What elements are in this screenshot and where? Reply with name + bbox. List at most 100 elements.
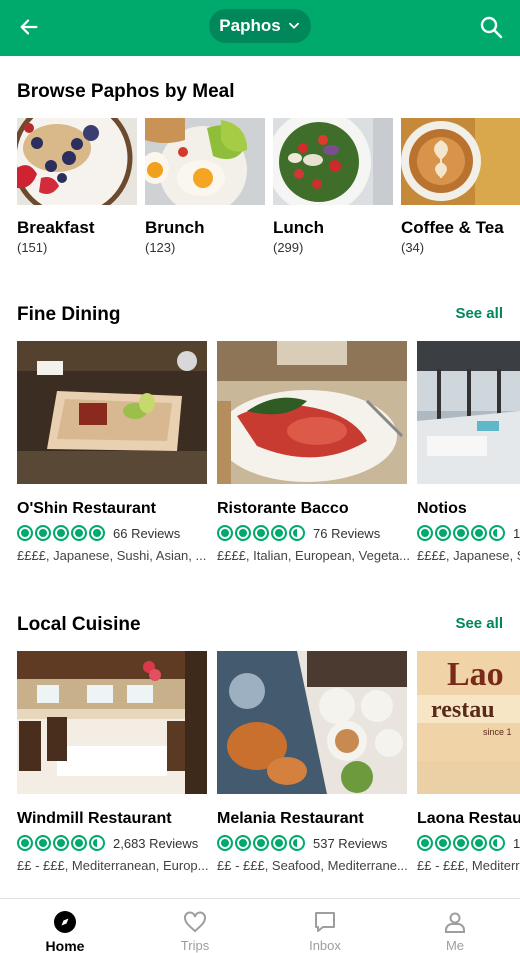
svg-text:Lao: Lao (447, 656, 504, 693)
rating-bubble-icon (35, 835, 51, 851)
restaurant-name: Ristorante Bacco (217, 500, 349, 517)
nav-label: Me (445, 938, 465, 953)
nav-label: Home (45, 938, 85, 953)
rating-bubble-icon (471, 835, 487, 851)
local-cuisine-see-all-link[interactable]: See all (455, 615, 503, 632)
rating-bubble-icon (71, 525, 87, 541)
nav-item-trips[interactable]: Trips (130, 899, 260, 953)
nav-label: Trips (180, 938, 210, 953)
restaurant-photo (217, 341, 407, 484)
rating-half-bubble-icon (89, 835, 105, 851)
rating-bubble-icon (235, 835, 251, 851)
search-icon (480, 16, 503, 39)
rating-bubble-icon (435, 835, 451, 851)
svg-text:since 1: since 1 (483, 727, 512, 737)
restaurant-tags: ££££, Japanese, Sushi, Asian, ... (17, 548, 207, 563)
rating-bubble-icon (453, 525, 469, 541)
person-icon (442, 909, 468, 935)
rating-bubble-icon (53, 525, 69, 541)
restaurant-photo (217, 651, 407, 794)
restaurant-tags: ££ - £££, Mediterranean, Europ... (17, 858, 209, 873)
rating-bubbles: 1, (417, 835, 520, 851)
location-selector[interactable]: Paphos (209, 9, 311, 43)
nav-label: Inbox (309, 938, 341, 953)
restaurant-photo (17, 341, 207, 484)
nav-item-me[interactable]: Me (390, 899, 520, 953)
search-button[interactable] (476, 12, 506, 42)
meal-count: (34) (401, 240, 425, 255)
restaurant-name: Windmill Restaurant (17, 810, 172, 827)
rating-bubble-icon (217, 525, 233, 541)
review-count: 1, (513, 835, 520, 851)
rating-bubble-icon (17, 835, 33, 851)
heart-icon (182, 909, 208, 935)
rating-half-bubble-icon (489, 525, 505, 541)
rating-bubble-icon (71, 835, 87, 851)
rating-bubble-icon (417, 835, 433, 851)
meal-label: Breakfast (17, 218, 95, 237)
rating-half-bubble-icon (289, 525, 305, 541)
rating-bubble-icon (235, 525, 251, 541)
nav-item-home[interactable]: Home (0, 899, 130, 953)
nav-item-inbox[interactable]: Inbox (260, 899, 390, 953)
rating-bubble-icon (471, 525, 487, 541)
rating-bubble-icon (417, 525, 433, 541)
meal-count: (123) (145, 240, 176, 255)
restaurant-photo (417, 341, 520, 484)
rating-bubble-icon (17, 525, 33, 541)
compass-icon (52, 909, 78, 935)
restaurant-tags: ££ - £££, Seafood, Mediterrane... (217, 858, 408, 873)
restaurant-card-notios[interactable]: Notios 16 ££££, Japanese, S (417, 341, 520, 581)
restaurant-name: Melania Restaurant (217, 810, 364, 827)
svg-text:restau: restau (431, 697, 495, 723)
meal-count: (299) (273, 240, 304, 255)
rating-bubbles: 537 Reviews (217, 835, 387, 851)
rating-bubble-icon (453, 835, 469, 851)
rating-bubbles: 76 Reviews (217, 525, 380, 541)
coffee-image (401, 118, 520, 205)
meal-count: (151) (17, 240, 48, 255)
rating-bubbles: 16 (417, 525, 520, 541)
restaurant-name: Laona Restau (417, 810, 520, 827)
chevron-down-icon (288, 22, 299, 29)
app-header: Paphos (0, 0, 520, 56)
rating-bubbles: 66 Reviews (17, 525, 180, 541)
rating-half-bubble-icon (289, 835, 305, 851)
rating-bubble-icon (435, 525, 451, 541)
local-cuisine-title: Local Cuisine (17, 614, 141, 635)
review-count: 2,683 Reviews (113, 835, 199, 851)
rating-bubbles: 2,683 Reviews (17, 835, 198, 851)
review-count: 537 Reviews (313, 835, 388, 851)
review-count: 66 Reviews (113, 525, 181, 541)
restaurant-name: Notios (417, 500, 467, 517)
breakfast-image (17, 118, 137, 205)
rating-bubble-icon (271, 835, 287, 851)
meal-label: Lunch (273, 218, 324, 237)
rating-bubble-icon (253, 525, 269, 541)
location-label: Paphos (219, 16, 281, 35)
restaurant-card-laona[interactable]: Lao restau since 1 Laona Restau 1, ££ - … (417, 651, 520, 891)
review-count: 76 Reviews (313, 525, 381, 541)
bottom-navigation: Home Trips Inbox Me (0, 898, 520, 953)
rating-bubble-icon (53, 835, 69, 851)
restaurant-photo (17, 651, 207, 794)
back-button[interactable] (14, 12, 44, 42)
meal-label: Coffee & Tea (401, 218, 504, 237)
arrow-left-icon (20, 19, 38, 35)
fine-dining-title: Fine Dining (17, 304, 121, 325)
meal-section-title: Browse Paphos by Meal (17, 81, 235, 102)
rating-bubble-icon (271, 525, 287, 541)
main-content[interactable]: Browse Paphos by Meal Breakfast (151) Br… (0, 56, 520, 898)
restaurant-tags: ££££, Japanese, S (417, 548, 520, 563)
fine-dining-see-all-link[interactable]: See all (455, 305, 503, 322)
lunch-image (273, 118, 393, 205)
rating-bubble-icon (35, 525, 51, 541)
rating-bubble-icon (89, 525, 105, 541)
restaurant-tags: ££ - £££, Mediterr (417, 858, 520, 873)
rating-bubble-icon (217, 835, 233, 851)
restaurant-tags: ££££, Italian, European, Vegeta... (217, 548, 410, 563)
review-count: 16 (513, 525, 520, 541)
meal-label: Brunch (145, 218, 205, 237)
restaurant-photo: Lao restau since 1 (417, 651, 520, 794)
restaurant-name: O'Shin Restaurant (17, 500, 156, 517)
